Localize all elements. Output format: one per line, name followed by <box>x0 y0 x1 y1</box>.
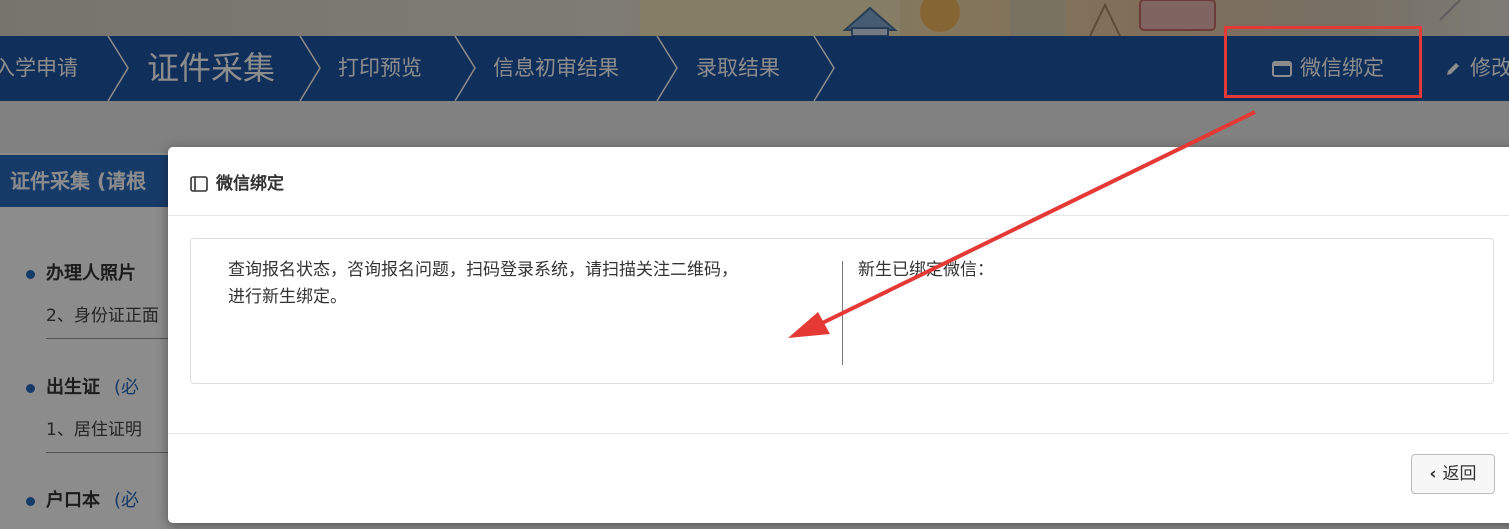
panel-divider <box>842 261 843 365</box>
modal-footer-divider <box>168 433 1509 434</box>
bound-wechat-status: 新生已绑定微信： <box>858 260 994 280</box>
window-icon <box>190 176 208 192</box>
instruction-line: 进行新生绑定。 <box>228 287 347 307</box>
modal-title-text: 微信绑定 <box>216 174 284 194</box>
chevron-left-icon: ‹ <box>1429 464 1437 484</box>
binding-info-panel: 查询报名状态，咨询报名问题，扫码登录系统，请扫描关注二维码， 进行新生绑定。 新… <box>190 238 1494 384</box>
highlight-box <box>1224 26 1422 98</box>
modal-header: 微信绑定 <box>168 147 1509 216</box>
back-button[interactable]: ‹ 返回 <box>1411 454 1495 494</box>
modal-title: 微信绑定 <box>190 169 284 194</box>
back-label: 返回 <box>1442 464 1477 484</box>
instruction-line: 查询报名状态，咨询报名问题，扫码登录系统，请扫描关注二维码， <box>228 260 738 280</box>
wechat-bind-modal: 微信绑定 查询报名状态，咨询报名问题，扫码登录系统，请扫描关注二维码， 进行新生… <box>168 147 1509 523</box>
binding-instructions: 查询报名状态，咨询报名问题，扫码登录系统，请扫描关注二维码， 进行新生绑定。 <box>228 257 828 311</box>
